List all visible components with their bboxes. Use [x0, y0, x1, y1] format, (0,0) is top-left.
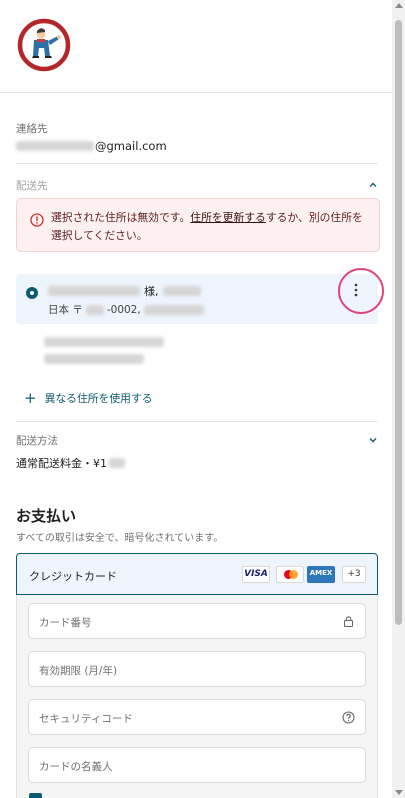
shipping-label: 配送先: [16, 180, 48, 192]
scrollbar[interactable]: [392, 0, 405, 798]
checkout-page: 連絡先 @gmail.com 配送先 選択された住所は無効です。住所を更新するす…: [0, 0, 392, 798]
shipping-method-label: 配送方法: [16, 435, 58, 447]
invalid-address-alert: 選択された住所は無効です。住所を更新するするか、別の住所を選択してください。: [16, 198, 380, 252]
security-code-placeholder: セキュリティコード: [39, 713, 133, 725]
redacted-street: [143, 304, 204, 315]
address-detail-line: 日本 〒 -0002,: [48, 302, 204, 317]
redacted-phone: [162, 286, 201, 296]
chevron-up-icon[interactable]: [368, 180, 378, 190]
address-option-selected[interactable]: 様, 日本 〒 -0002,: [16, 274, 378, 324]
highlight-ring: [338, 268, 384, 314]
address-country: 日本 〒: [48, 304, 83, 316]
error-icon: [30, 213, 44, 227]
security-code-field[interactable]: セキュリティコード: [28, 699, 366, 735]
credit-card-option[interactable]: クレジットカード VISA AMEX +3: [16, 553, 378, 595]
payment-title: お支払い: [16, 507, 77, 525]
billing-checkbox[interactable]: [29, 793, 42, 798]
mastercard-icon: [276, 566, 304, 583]
card-number-placeholder: カード番号: [39, 617, 92, 629]
email-domain: @gmail.com: [95, 139, 167, 153]
redacted-email-local: [16, 141, 94, 151]
redacted-postal: [85, 304, 104, 315]
store-logo[interactable]: [17, 18, 71, 72]
header: [0, 0, 392, 93]
help-icon[interactable]: [342, 711, 355, 724]
visa-icon: VISA: [242, 566, 270, 583]
redacted-price: [109, 458, 125, 468]
alert-message: 選択された住所は無効です。住所を更新するするか、別の住所を選択してください。: [51, 209, 367, 245]
redacted-address-line: [44, 354, 144, 364]
redacted-address-line: [44, 337, 164, 347]
alert-text-prefix: 選択された住所は無効です。: [51, 211, 191, 224]
more-cards-badge: +3: [342, 566, 366, 583]
shipping-method-value: 通常配送料金・¥1: [16, 455, 125, 471]
use-different-address-button[interactable]: + 異なる住所を使用する: [24, 390, 153, 406]
mastercard-orange-circle: [289, 570, 298, 579]
contact-email: @gmail.com: [16, 139, 167, 153]
lock-icon: [343, 616, 354, 628]
expiry-field[interactable]: 有効期限 (月/年): [28, 651, 366, 687]
address-honorific: 様,: [144, 285, 159, 298]
update-address-link[interactable]: 住所を更新する: [190, 211, 266, 224]
address-radio-selected[interactable]: [26, 287, 38, 299]
address-postal-suffix: -0002,: [106, 303, 141, 316]
address-name-line: 様,: [48, 283, 201, 299]
card-number-field[interactable]: カード番号: [28, 603, 366, 639]
payment-subtitle: すべての取引は安全で、暗号化されています。: [16, 533, 224, 544]
cardholder-name-field[interactable]: カードの名義人: [28, 747, 366, 783]
scroll-up-arrow-icon[interactable]: [395, 3, 403, 8]
cardholder-name-placeholder: カードの名義人: [39, 761, 113, 773]
scroll-down-arrow-icon[interactable]: [395, 790, 403, 795]
contact-label: 連絡先: [16, 123, 48, 135]
plus-icon: +: [24, 389, 37, 407]
divider: [16, 421, 378, 422]
chevron-down-icon[interactable]: [368, 435, 378, 445]
expiry-placeholder: 有効期限 (月/年): [39, 665, 118, 677]
shipping-fee-text: 通常配送料金・¥1: [16, 457, 107, 470]
use-different-address-label: 異なる住所を使用する: [44, 392, 153, 405]
credit-card-label: クレジットカード: [29, 570, 117, 583]
radio-dot: [30, 291, 34, 295]
amex-icon: AMEX: [307, 566, 335, 583]
divider: [16, 163, 378, 164]
redacted-name: [48, 286, 140, 296]
scroll-thumb[interactable]: [395, 20, 402, 625]
